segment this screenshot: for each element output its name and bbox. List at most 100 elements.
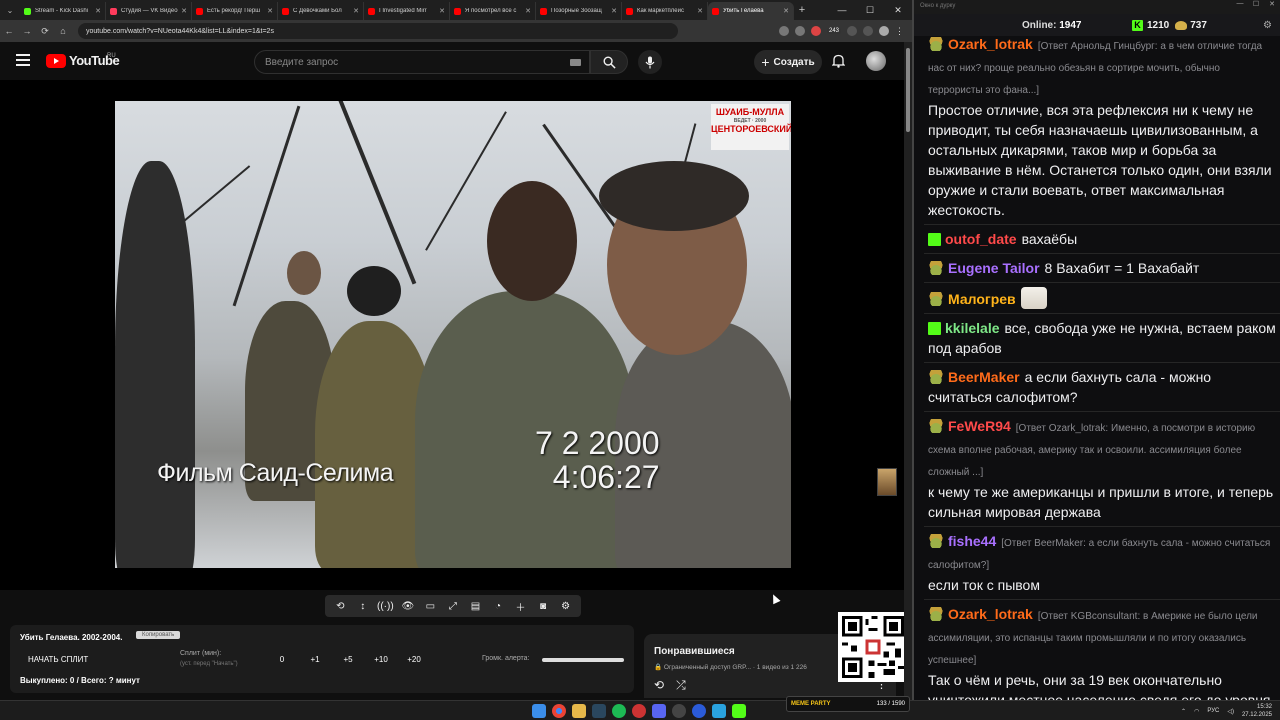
browser-tab[interactable]: Позорные Зоозащ ✕ — [536, 2, 622, 20]
tab-search-icon[interactable]: ⌄ — [0, 0, 20, 20]
tray-chevron-icon[interactable]: ⌃ — [1181, 708, 1186, 715]
tab-close-icon[interactable]: ✕ — [95, 7, 101, 15]
shuffle-icon[interactable]: ⤮ — [676, 678, 686, 693]
kick-app-icon[interactable] — [732, 704, 746, 718]
menu-dots-icon[interactable]: ⋮ — [895, 26, 904, 37]
chat-username[interactable]: Ozark_lotrak — [948, 36, 1033, 52]
media-icon[interactable] — [692, 704, 706, 718]
browser-tab[interactable]: С Девочками Бол ✕ — [278, 2, 364, 20]
tab-close-icon[interactable]: ✕ — [697, 7, 703, 15]
chat-message-text: 8 Вахабит = 1 Вахабайт — [1044, 260, 1200, 276]
tab-close-icon[interactable]: ✕ — [611, 7, 617, 15]
chat-username[interactable]: outof_date — [945, 231, 1017, 247]
player-control-icon[interactable]: ◙ — [534, 601, 552, 612]
download-icon[interactable] — [863, 26, 873, 36]
player-control-icon[interactable]: ⟲ — [331, 601, 349, 612]
obs-icon[interactable] — [672, 704, 686, 718]
video-frame[interactable]: ШУАИБ-МУЛЛА ВЕДЕТ · 2000 ЦЕНТОРОЕВСКИЙ Ф… — [115, 101, 791, 568]
tab-close-icon[interactable]: ✕ — [267, 7, 273, 15]
folder-icon[interactable] — [572, 704, 586, 718]
chat-close-icon[interactable]: ✕ — [1264, 0, 1280, 8]
chat-username[interactable]: Малогрев — [948, 291, 1016, 307]
player-control-icon[interactable]: ⤢ — [444, 601, 462, 612]
chat-username[interactable]: FeWeR94 — [948, 418, 1011, 434]
page-scrollbar[interactable] — [904, 42, 912, 700]
start-split-button[interactable]: НАЧАТЬ СПЛИТ — [28, 655, 88, 664]
split-step-button[interactable]: +10 — [371, 655, 391, 664]
app-icon[interactable] — [632, 704, 646, 718]
settings-gear-icon[interactable]: ⚙ — [1263, 20, 1272, 31]
minimize-icon[interactable]: — — [828, 0, 856, 20]
copy-button[interactable]: Копировать — [136, 631, 181, 639]
miniplayer-thumbnail[interactable] — [877, 468, 897, 496]
maximize-icon[interactable]: ☐ — [856, 0, 884, 20]
home-icon[interactable]: ⌂ — [54, 26, 72, 36]
discord-icon[interactable] — [652, 704, 666, 718]
player-control-icon[interactable]: 👁 — [399, 601, 417, 612]
browser-tab[interactable]: Как маркетплейс ✕ — [622, 2, 708, 20]
video-player[interactable]: ШУАИБ-МУЛЛА ВЕДЕТ · 2000 ЦЕНТОРОЕВСКИЙ Ф… — [0, 80, 904, 590]
player-control-icon[interactable]: ▭ — [421, 601, 439, 612]
clock[interactable]: 15:32 27.12.2025 — [1242, 703, 1272, 719]
loop-icon[interactable]: ⟲ — [654, 678, 664, 693]
create-button[interactable]: + Создать — [754, 50, 822, 74]
search-input[interactable]: Введите запрос — [254, 50, 590, 74]
tab-close-icon[interactable]: ✕ — [783, 7, 789, 15]
split-step-button[interactable]: 0 — [272, 655, 292, 664]
notifications-bell-icon[interactable] — [831, 54, 846, 71]
volume-icon[interactable]: ◁) — [1227, 708, 1234, 715]
browser-tab[interactable]: Stream - Kick Dashi ✕ — [20, 2, 106, 20]
voice-search-button[interactable] — [638, 50, 662, 74]
forward-icon[interactable]: → — [18, 26, 36, 36]
player-control-icon[interactable]: ((·)) — [376, 601, 394, 612]
tab-close-icon[interactable]: ✕ — [353, 7, 359, 15]
chat-username[interactable]: Eugene Tailor — [948, 260, 1040, 276]
browser-tab[interactable]: I Investigated Mirr ✕ — [364, 2, 450, 20]
split-step-button[interactable]: +5 — [338, 655, 358, 664]
search-button[interactable] — [590, 50, 628, 74]
spotify-icon[interactable] — [612, 704, 626, 718]
menu-icon[interactable] — [16, 54, 30, 66]
chat-username[interactable]: BeerMaker — [948, 369, 1020, 385]
back-icon[interactable]: ← — [0, 26, 18, 36]
tab-close-icon[interactable]: ✕ — [525, 7, 531, 15]
split-step-button[interactable]: +1 — [305, 655, 325, 664]
steam-icon[interactable] — [592, 704, 606, 718]
telegram-icon[interactable] — [712, 704, 726, 718]
chrome-icon[interactable] — [552, 704, 566, 718]
extension-icon[interactable] — [810, 26, 821, 36]
player-control-icon[interactable]: ↕ — [354, 601, 372, 612]
playlist-title[interactable]: Понравившиеся — [654, 646, 735, 657]
language-indicator[interactable]: РУС — [1207, 708, 1219, 714]
browser-tab[interactable]: Я посмотрел все с ✕ — [450, 2, 536, 20]
chat-username[interactable]: kkilelale — [945, 320, 1000, 336]
browser-tab[interactable]: Убить Гелаева ✕ — [708, 2, 794, 20]
profile-icon[interactable] — [879, 26, 889, 36]
reload-icon[interactable]: ⟳ — [36, 26, 54, 37]
bookmark-icon[interactable] — [794, 26, 805, 36]
close-icon[interactable]: ✕ — [884, 0, 912, 20]
puzzle-icon[interactable] — [847, 26, 857, 36]
chat-maximize-icon[interactable]: ☐ — [1248, 0, 1264, 8]
chat-minimize-icon[interactable]: — — [1232, 0, 1248, 8]
windows-start-icon[interactable] — [532, 704, 546, 718]
alert-volume-slider[interactable] — [542, 658, 624, 662]
wifi-icon[interactable]: ◠ — [1194, 708, 1199, 715]
player-control-icon[interactable]: ＋ — [512, 599, 530, 614]
player-control-icon[interactable]: ◔ — [489, 601, 507, 612]
split-step-button[interactable]: +20 — [404, 655, 424, 664]
scroll-thumb[interactable] — [906, 48, 910, 132]
keyboard-icon[interactable] — [570, 59, 581, 66]
tab-close-icon[interactable]: ✕ — [439, 7, 445, 15]
player-control-icon[interactable]: ▤ — [466, 601, 484, 612]
browser-tab[interactable]: Студия — VK Видео ✕ — [106, 2, 192, 20]
zoom-icon[interactable] — [778, 26, 789, 36]
account-avatar[interactable] — [866, 51, 886, 71]
chat-username[interactable]: Ozark_lotrak — [948, 606, 1033, 622]
url-field[interactable]: youtube.com/watch?v=NUeota44Kk4&list=LL&… — [78, 23, 678, 39]
browser-tab[interactable]: Есть рекорд! Перш ✕ — [192, 2, 278, 20]
chat-username[interactable]: fishe44 — [948, 533, 996, 549]
tab-close-icon[interactable]: ✕ — [181, 7, 187, 15]
player-control-icon[interactable]: ⚙ — [557, 601, 575, 612]
new-tab-button[interactable]: + — [794, 4, 810, 16]
